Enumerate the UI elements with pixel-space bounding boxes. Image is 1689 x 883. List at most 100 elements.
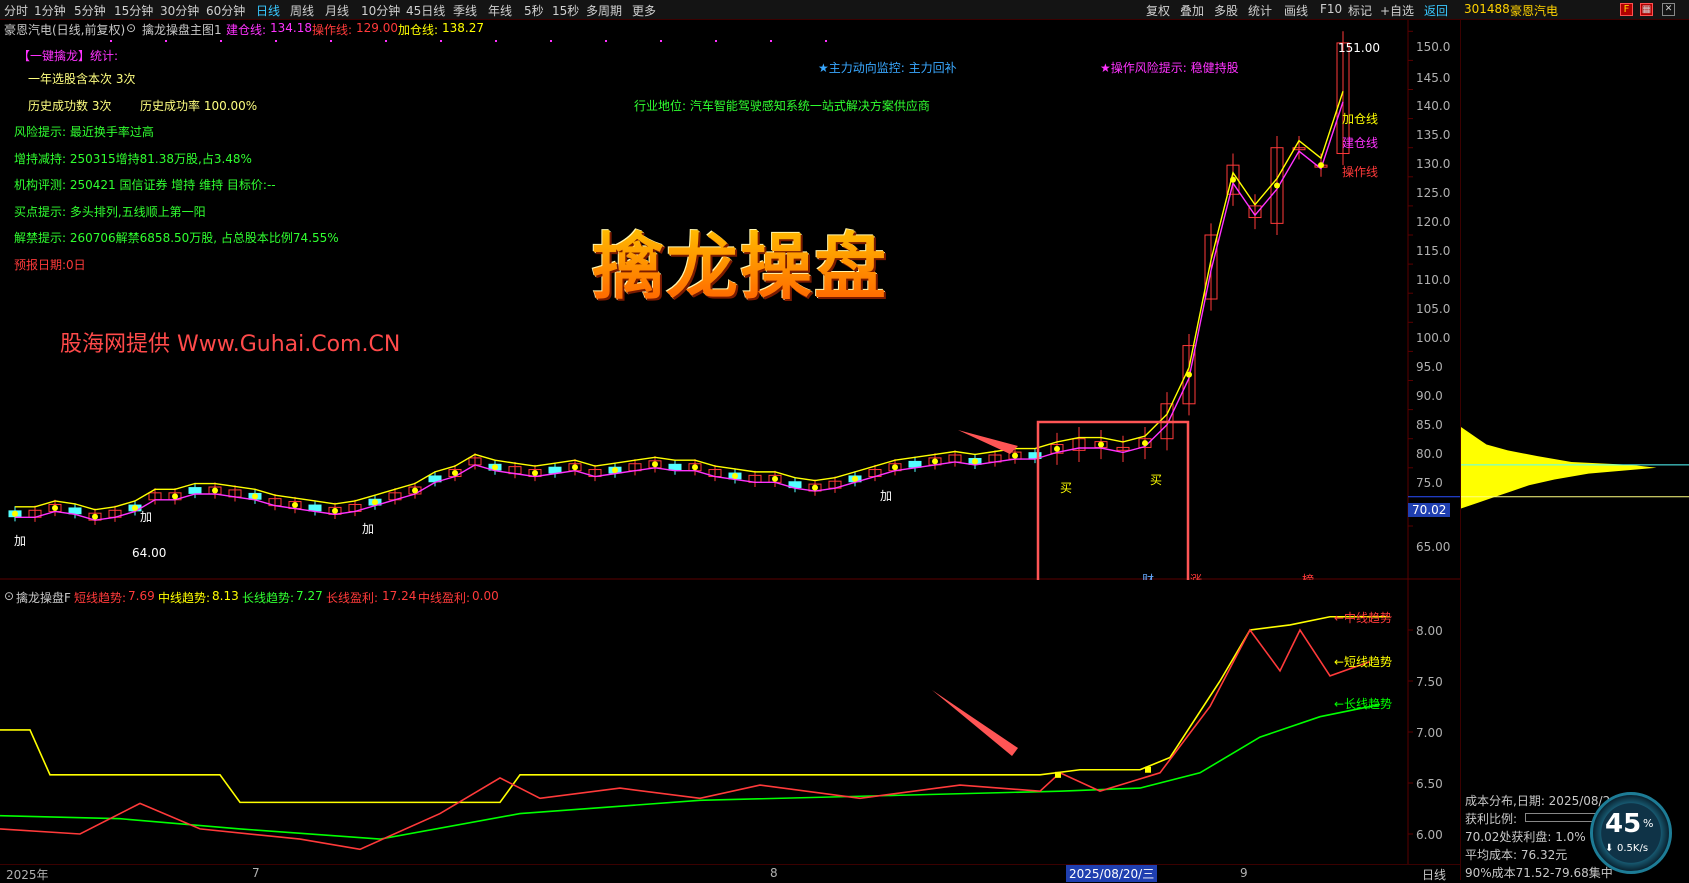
signal-dot (652, 461, 658, 468)
f10-button[interactable]: F10 (1320, 2, 1342, 16)
multi-stock-button[interactable]: 多股 (1214, 2, 1238, 19)
signal-dot (1145, 766, 1151, 773)
price-tick: 85.0 (1416, 418, 1443, 432)
price-tick: 115.0 (1416, 244, 1451, 258)
price-tick: 135.0 (1416, 128, 1451, 142)
back-button[interactable]: 返回 (1424, 2, 1448, 19)
mark-buy: 买 (1150, 473, 1162, 487)
period-tab-monthly[interactable]: 月线 (325, 2, 349, 19)
draw-line-button[interactable]: 画线 (1284, 2, 1308, 19)
mid-trend-label: ←中线趋势 (1334, 610, 1392, 625)
price-tick: 90.0 (1416, 389, 1443, 403)
formula-dropdown-icon[interactable]: ⊙ (126, 21, 136, 35)
signal-dot (1055, 771, 1061, 778)
period-tab-5s[interactable]: 5秒 (524, 2, 544, 19)
mark-add: 加 (14, 534, 26, 548)
add-line-label: 加仓线: (398, 23, 439, 37)
period-tab-30min[interactable]: 30分钟 (160, 2, 199, 19)
grid-icon[interactable]: ▦ (1640, 3, 1653, 16)
stats-success-count: 历史成功数 3次 (28, 99, 112, 113)
period-tab-more[interactable]: 更多 (632, 2, 656, 19)
current-price-tag: 70.02 (1408, 503, 1451, 517)
signal-dot (1186, 371, 1192, 378)
cost-distribution-panel: 成本分布,日期: 2025/08/2 获利比例: 70.02处获利盘: 1.0%… (1460, 20, 1689, 880)
overlay-button[interactable]: 叠加 (1180, 2, 1204, 19)
period-tab-10min[interactable]: 10分钟 (361, 2, 400, 19)
signal-dot (172, 493, 178, 500)
signal-dot (612, 467, 618, 474)
signal-dot (220, 40, 222, 42)
signal-dot (1318, 162, 1324, 169)
arrow-annotation (932, 690, 1018, 756)
period-tab-15s[interactable]: 15秒 (552, 2, 579, 19)
price-tick: 95.0 (1416, 360, 1443, 374)
short-trend-value: 7.69 (128, 589, 155, 603)
signal-dot (932, 458, 938, 465)
signal-dot (660, 40, 662, 42)
signal-dot (892, 464, 898, 471)
signal-dot (972, 458, 978, 465)
network-speed-gauge[interactable]: 45 % ⬇ 0.5K/s (1590, 792, 1672, 874)
price-tick: 140.0 (1416, 99, 1451, 113)
period-tab-year[interactable]: 年线 (488, 2, 512, 19)
signal-dot (492, 464, 498, 471)
indicator-tick: 6.00 (1416, 828, 1443, 842)
arrow-annotation (958, 430, 1018, 454)
signal-dot (52, 504, 58, 511)
signal-dot (412, 487, 418, 494)
signal-dot (110, 40, 112, 42)
candle-body (188, 487, 202, 494)
low-price-mark: 64.00 (132, 546, 166, 560)
cost-title: 成本分布,日期: 2025/08/2 (1465, 794, 1611, 808)
period-tab-multi[interactable]: 多周期 (586, 2, 622, 19)
restore-right-button[interactable]: 复权 (1146, 2, 1170, 19)
indicator-tick: 6.50 (1416, 777, 1443, 791)
indicator-dropdown-icon[interactable]: ⊙ (4, 589, 14, 603)
indicator-chart[interactable]: ←中线趋势 ←短线趋势 ←长线趋势 (0, 580, 1460, 864)
unlock-hint: 解禁提示: 260706解禁6858.50万股, 占总股本比例74.55% (14, 231, 339, 245)
signal-dot (772, 475, 778, 482)
watermark-url: 股海网提供 Www.Guhai.Com.CN (60, 332, 401, 357)
signal-dot (275, 40, 277, 42)
candle-body (308, 504, 322, 512)
signal-dot (532, 470, 538, 477)
period-tab-60min[interactable]: 60分钟 (206, 2, 245, 19)
date-period: 日线 (1422, 868, 1447, 882)
close-icon[interactable]: ✕ (1662, 3, 1675, 16)
signal-dot (330, 40, 332, 42)
statistics-button[interactable]: 统计 (1248, 2, 1272, 19)
signal-dot (1230, 176, 1236, 183)
date-month-8: 8 (770, 866, 778, 880)
gauge-percent: 45 (1605, 809, 1642, 839)
stats-selected-count: 一年选股含本次 3次 (28, 72, 136, 86)
period-tab-5min[interactable]: 5分钟 (74, 2, 106, 19)
mark-buy: 买 (1060, 481, 1072, 495)
signal-dot (1142, 440, 1148, 447)
mid-trend-line (0, 615, 1390, 804)
period-tab-15min[interactable]: 15分钟 (114, 2, 153, 19)
panel-toggle-icon[interactable]: F (1620, 3, 1633, 16)
signal-dot (132, 504, 138, 511)
long-trend-label: ←长线趋势 (1334, 697, 1392, 711)
price-tick: 105.0 (1416, 302, 1451, 316)
period-tab-weekly[interactable]: 周线 (290, 2, 314, 19)
signal-dot (1098, 441, 1104, 448)
period-tab-1min[interactable]: 1分钟 (34, 2, 66, 19)
signal-dot (770, 40, 772, 42)
candle-body (68, 507, 82, 515)
add-line-value: 138.27 (442, 21, 484, 35)
signal-dot (605, 40, 607, 42)
short-trend-label: 短线趋势: (74, 591, 127, 605)
period-tab-fenshi[interactable]: 分时 (4, 2, 28, 19)
date-selected: 2025/08/20/三 (1066, 865, 1158, 882)
formula-name[interactable]: 擒龙操盘主图1 (142, 21, 222, 38)
indicator-name[interactable]: 擒龙操盘F (16, 589, 71, 606)
date-axis: 2025年 7 8 2025/08/20/三 9 日线 (0, 864, 1460, 882)
profit-at-price: 70.02处获利盘: 1.0% (1465, 830, 1586, 844)
add-watchlist-button[interactable]: +自选 (1380, 2, 1414, 19)
signal-dot (852, 475, 858, 482)
period-tab-quarter[interactable]: 季线 (453, 2, 477, 19)
period-tab-daily[interactable]: 日线 (256, 2, 280, 19)
mark-button[interactable]: 标记 (1348, 2, 1372, 19)
period-tab-45day[interactable]: 45日线 (406, 2, 445, 19)
